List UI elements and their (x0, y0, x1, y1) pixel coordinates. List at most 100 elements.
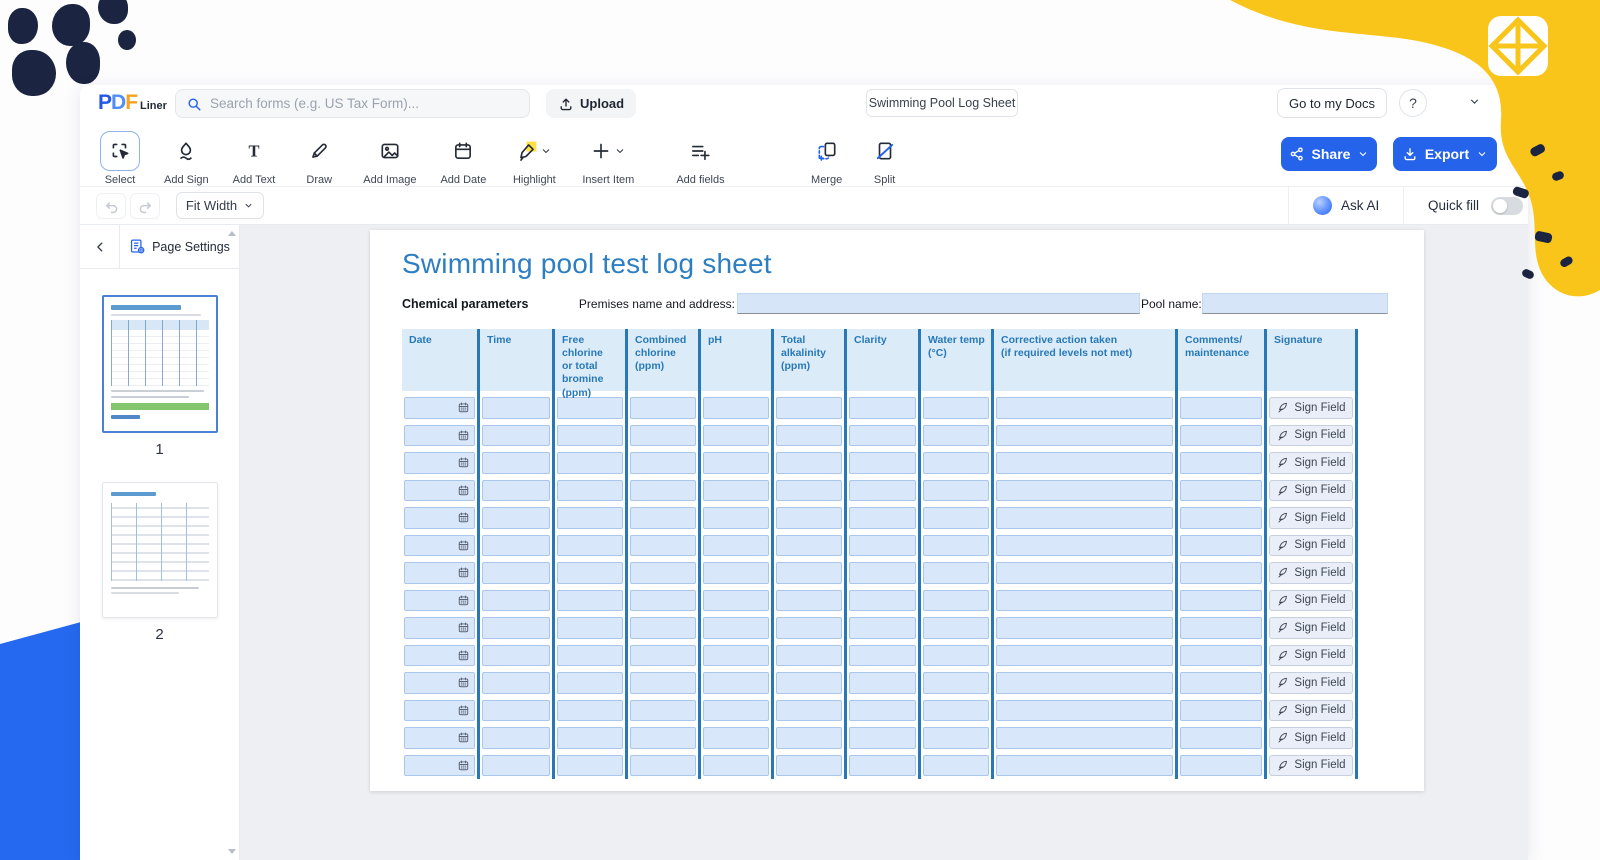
text-field[interactable] (923, 507, 989, 529)
text-field[interactable] (630, 562, 696, 584)
pdfliner-logo[interactable]: PDF Liner (98, 91, 167, 115)
text-field[interactable] (557, 535, 623, 557)
tool-add-date[interactable]: Add Date (440, 131, 486, 186)
date-field[interactable] (404, 425, 475, 447)
text-field[interactable] (703, 672, 769, 694)
text-field[interactable] (776, 425, 842, 447)
page-thumbnail-1[interactable] (102, 295, 218, 433)
text-field[interactable] (703, 755, 769, 777)
text-field[interactable] (996, 480, 1173, 502)
text-field[interactable] (557, 425, 623, 447)
text-field[interactable] (923, 672, 989, 694)
text-field[interactable] (482, 562, 550, 584)
date-field[interactable] (404, 562, 475, 584)
text-field[interactable] (557, 480, 623, 502)
text-field[interactable] (849, 672, 916, 694)
text-field[interactable] (923, 480, 989, 502)
text-field[interactable] (776, 645, 842, 667)
text-field[interactable] (923, 425, 989, 447)
text-field[interactable] (703, 617, 769, 639)
text-field[interactable] (776, 397, 842, 419)
text-field[interactable] (849, 425, 916, 447)
search-bar[interactable] (175, 89, 530, 118)
text-field[interactable] (630, 452, 696, 474)
text-field[interactable] (849, 617, 916, 639)
sign-field-button[interactable]: Sign Field (1269, 700, 1353, 722)
text-field[interactable] (996, 562, 1173, 584)
text-field[interactable] (1180, 480, 1262, 502)
text-field[interactable] (703, 590, 769, 612)
tool-select[interactable]: Select (100, 131, 140, 186)
text-field[interactable] (557, 452, 623, 474)
text-field[interactable] (630, 590, 696, 612)
text-field[interactable] (557, 727, 623, 749)
tool-add-fields[interactable]: Add fields (676, 131, 724, 186)
tool-merge[interactable]: Merge (807, 131, 847, 186)
text-field[interactable] (776, 535, 842, 557)
sign-field-button[interactable]: Sign Field (1269, 755, 1353, 777)
text-field[interactable] (703, 645, 769, 667)
sidebar-scroll-up[interactable] (228, 231, 236, 236)
text-field[interactable] (776, 672, 842, 694)
date-field[interactable] (404, 507, 475, 529)
text-field[interactable] (849, 562, 916, 584)
search-input[interactable] (210, 96, 519, 111)
sign-field-button[interactable]: Sign Field (1269, 672, 1353, 694)
text-field[interactable] (482, 480, 550, 502)
page-thumbnail-2[interactable] (102, 482, 218, 618)
text-field[interactable] (776, 755, 842, 777)
text-field[interactable] (776, 700, 842, 722)
text-field[interactable] (996, 617, 1173, 639)
text-field[interactable] (630, 700, 696, 722)
text-field[interactable] (482, 397, 550, 419)
text-field[interactable] (996, 452, 1173, 474)
sign-field-button[interactable]: Sign Field (1269, 727, 1353, 749)
text-field[interactable] (996, 507, 1173, 529)
page-settings-button[interactable]: Page Settings (120, 225, 239, 268)
text-field[interactable] (1180, 700, 1262, 722)
date-field[interactable] (404, 645, 475, 667)
text-field[interactable] (1180, 562, 1262, 584)
text-field[interactable] (630, 480, 696, 502)
text-field[interactable] (630, 507, 696, 529)
text-field[interactable] (482, 727, 550, 749)
text-field[interactable] (849, 535, 916, 557)
sidebar-collapse-button[interactable] (80, 225, 120, 268)
text-field[interactable] (630, 425, 696, 447)
sign-field-button[interactable]: Sign Field (1269, 590, 1353, 612)
tool-add-sign[interactable]: Add Sign (164, 131, 209, 186)
sign-field-button[interactable]: Sign Field (1269, 452, 1353, 474)
text-field[interactable] (923, 535, 989, 557)
text-field[interactable] (996, 397, 1173, 419)
text-field[interactable] (996, 755, 1173, 777)
text-field[interactable] (482, 590, 550, 612)
text-field[interactable] (1180, 617, 1262, 639)
date-field[interactable] (404, 617, 475, 639)
text-field[interactable] (557, 700, 623, 722)
tool-add-image[interactable]: Add Image (363, 131, 416, 186)
text-field[interactable] (703, 507, 769, 529)
text-field[interactable] (996, 590, 1173, 612)
text-field[interactable] (557, 590, 623, 612)
sign-field-button[interactable]: Sign Field (1269, 562, 1353, 584)
text-field[interactable] (703, 700, 769, 722)
sign-field-button[interactable]: Sign Field (1269, 507, 1353, 529)
text-field[interactable] (849, 727, 916, 749)
text-field[interactable] (630, 535, 696, 557)
text-field[interactable] (1180, 535, 1262, 557)
tool-highlight[interactable]: Highlight (510, 131, 558, 186)
date-field[interactable] (404, 700, 475, 722)
text-field[interactable] (1180, 507, 1262, 529)
date-field[interactable] (404, 755, 475, 777)
text-field[interactable] (996, 727, 1173, 749)
text-field[interactable] (849, 397, 916, 419)
text-field[interactable] (923, 562, 989, 584)
redo-button[interactable] (130, 193, 160, 219)
text-field[interactable] (1180, 452, 1262, 474)
text-field[interactable] (703, 562, 769, 584)
sign-field-button[interactable]: Sign Field (1269, 645, 1353, 667)
text-field[interactable] (1180, 727, 1262, 749)
text-field[interactable] (482, 452, 550, 474)
text-field[interactable] (482, 700, 550, 722)
premises-name-field[interactable] (737, 293, 1140, 314)
